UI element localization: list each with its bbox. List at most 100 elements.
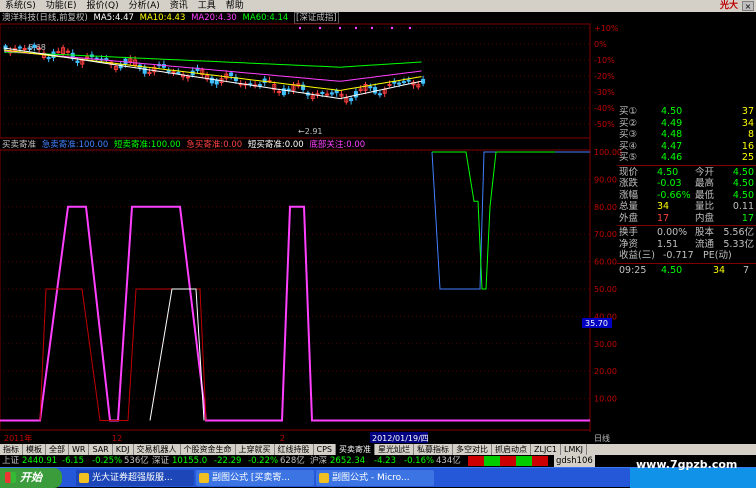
tab-item[interactable]: 红线持股 <box>275 444 314 455</box>
tab-item[interactable]: 上穿就买 <box>236 444 275 455</box>
tab-item[interactable]: 星光灿烂 <box>375 444 414 455</box>
tab-item[interactable]: 交易机器人 <box>134 444 181 455</box>
low-annotation: ←2.91 <box>298 127 323 136</box>
bid-volume: 16 <box>741 140 754 152</box>
start-button[interactable]: 开始 <box>0 468 62 488</box>
candle-body <box>334 90 339 94</box>
stat2-value-2: 5.56亿 <box>723 227 754 238</box>
pct-tick-label: +10% <box>594 24 619 33</box>
stat-row: 涨幅 -0.66% 最低 4.50 <box>617 190 756 202</box>
bid-row: 买④ 4.47 16 <box>617 141 756 153</box>
main-panel-border <box>0 23 591 139</box>
short-buy-line <box>149 288 205 421</box>
tab-item[interactable]: ZLJC1 <box>531 444 561 455</box>
windows-icon <box>5 472 16 483</box>
stat-value: 4.50 <box>657 166 679 178</box>
stat-value-2: 4.50 <box>732 189 754 201</box>
window-icon <box>199 473 209 483</box>
start-label: 开始 <box>20 471 42 484</box>
tab-item[interactable]: SAR <box>89 444 113 455</box>
bid-label: 买① <box>619 106 638 117</box>
candle-body <box>17 46 22 49</box>
stat-label-2: 最低 <box>695 189 715 201</box>
stat-value: 17 <box>657 212 670 224</box>
tick-time: 09:25 <box>619 264 647 276</box>
tab-item[interactable]: 个股资金生命 <box>181 444 236 455</box>
date-year: 2011年 <box>4 433 32 443</box>
candle-body <box>171 71 176 74</box>
candle-body <box>277 90 282 93</box>
eps-row: 收益(三) -0.717 PE(动) <box>617 250 756 262</box>
hs-amount: 434亿 <box>436 456 461 466</box>
main-axis-labels: +10% 0% -10% -20% -30% -40% -50% <box>594 24 619 129</box>
pct-tick-label: -30% <box>594 88 615 97</box>
candle-body <box>421 78 426 84</box>
task-formula-2[interactable]: 副图公式 - Micro... <box>316 470 434 486</box>
stat-value: -0.03 <box>657 178 682 189</box>
candle-body <box>22 48 27 51</box>
main-gridlines <box>0 27 590 125</box>
hs-value: 2652.34 <box>330 456 366 466</box>
tab-item[interactable]: 抓启动点 <box>492 444 531 455</box>
sh-label: 上证 <box>2 456 20 466</box>
indicator-tick-label: 30.00 <box>594 340 617 349</box>
stat2-value: 0.00% <box>657 227 688 238</box>
tab-item[interactable]: LMKJ <box>561 444 587 455</box>
cursor-date: 2012/01/19/四 <box>372 434 429 443</box>
sz-pct: -0.22% <box>248 456 279 466</box>
bid-volume: 34 <box>741 117 754 129</box>
eps-label: 收益(三) <box>619 250 655 261</box>
tab-item[interactable]: 指标 <box>0 444 23 455</box>
candle-body <box>377 93 382 96</box>
candle-body <box>329 92 334 95</box>
pe-label: PE(动) <box>703 250 732 261</box>
tab-item[interactable]: 多空对比 <box>453 444 492 455</box>
tab-item[interactable]: 私募指标 <box>414 444 453 455</box>
task-formula-1[interactable]: 副图公式 [买卖寄... <box>196 470 314 486</box>
stat2-row: 净资 1.51 流通 5.33亿 <box>617 239 756 251</box>
candlesticks <box>3 42 426 105</box>
bid-volume: 37 <box>741 106 754 117</box>
candle-body <box>46 57 51 60</box>
pct-tick-label: -20% <box>594 72 615 81</box>
short-sell-line <box>432 151 555 290</box>
tab-item[interactable]: WR <box>69 444 90 455</box>
watermark: www.7gpzb.com <box>636 458 738 471</box>
tab-item[interactable]: KDJ <box>113 444 134 455</box>
indicator-tick-label: 80.00 <box>594 203 617 212</box>
stat-row: 总量 34 量比 0.11 <box>617 201 756 213</box>
tab-item[interactable]: CPS <box>314 444 336 455</box>
tab-item[interactable]: 买卖寄准 <box>336 444 375 455</box>
stat2-label-2: 流通 <box>695 238 715 250</box>
indicator-panel-border <box>0 149 591 431</box>
bid-price: 4.47 <box>661 140 683 152</box>
tab-item[interactable]: 全部 <box>46 444 69 455</box>
stat-label-2: 量比 <box>695 201 715 212</box>
task-label-1: 光大证券超强版服... <box>92 473 173 483</box>
indicator-item-2: 短卖寄准:100.00 <box>114 140 181 150</box>
stat-value-2: 17 <box>741 212 754 224</box>
indicator-item-1: 急卖寄准:100.00 <box>41 140 109 150</box>
stat-value: 34 <box>657 201 670 212</box>
pct-tick-label: -40% <box>594 104 615 113</box>
stat2-label: 净资 <box>619 238 639 250</box>
indicator-tick-label: 90.00 <box>594 175 617 184</box>
indicator-tabs: 指标 模板 全部 WR SAR KDJ 交易机器人 个股资金生命 上穿就买 红线持股 CPS 买卖寄准… <box>0 444 756 455</box>
task-broker-app[interactable]: 光大证券超强版服... <box>76 470 194 486</box>
system-tray <box>630 468 756 488</box>
candle-body <box>349 98 354 102</box>
bid-price: 4.50 <box>661 106 683 117</box>
high-annotation: 6.68 <box>28 43 46 52</box>
candle-body <box>56 51 61 54</box>
sh-amount: 536亿 <box>124 456 149 466</box>
indicator-tick-label: 10.00 <box>594 395 617 404</box>
bid-row: 买⑤ 4.46 25 <box>617 152 756 164</box>
stat-label-2: 最高 <box>695 178 715 189</box>
stat2-value: 1.51 <box>657 238 679 250</box>
tab-item[interactable]: 模板 <box>23 444 46 455</box>
tick-num: 7 <box>743 264 750 276</box>
stat-label: 涨跌 <box>619 178 639 189</box>
stat2-label: 换手 <box>619 227 639 238</box>
stat2-row: 换手 0.00% 股本 5.56亿 <box>617 227 756 239</box>
candle-body <box>325 93 330 96</box>
